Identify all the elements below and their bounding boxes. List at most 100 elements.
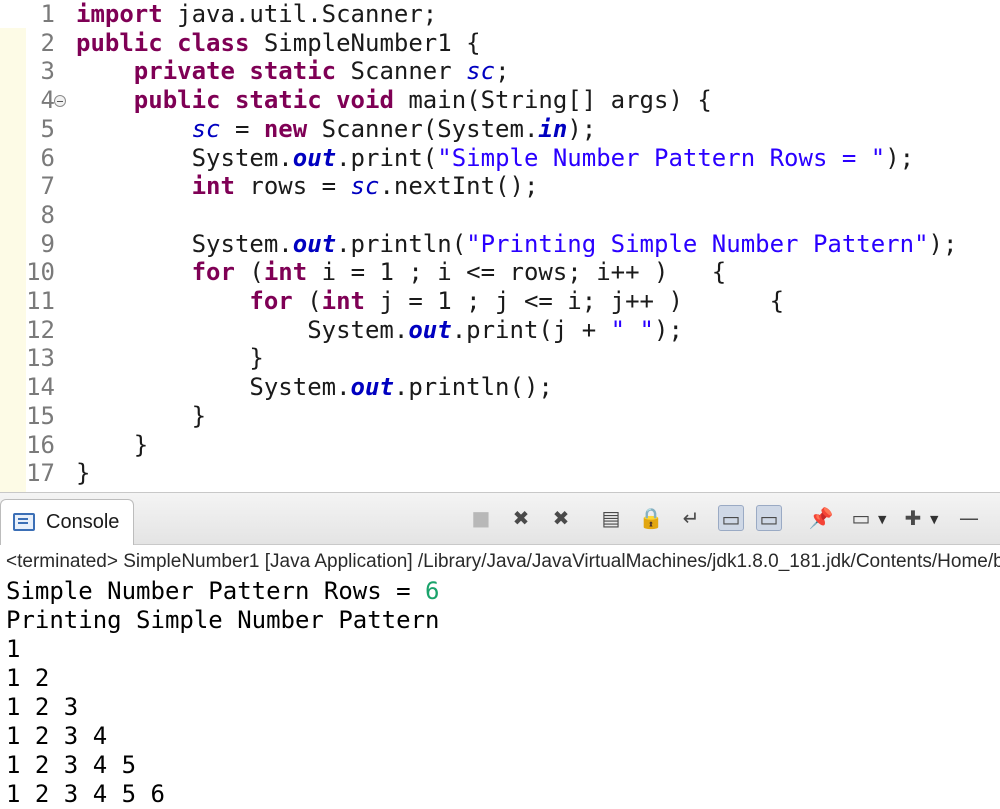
code-token: void — [336, 86, 394, 115]
terminate-icon[interactable]: ■ — [468, 505, 494, 531]
user-input-value: 6 — [425, 577, 440, 605]
line-number: 11 — [26, 287, 55, 315]
code-text: } — [76, 402, 206, 431]
code-token: sc — [466, 57, 496, 86]
code-text: } — [76, 344, 263, 373]
dropdown-arrow-icon[interactable]: ▼ — [878, 513, 886, 526]
code-line[interactable]: 16 } — [0, 431, 1000, 460]
code-text: System.out.print(j + " "); — [76, 316, 683, 345]
code-token: java.util.Scanner; — [162, 0, 438, 28]
code-line[interactable]: 1 import java.util.Scanner; — [0, 0, 1000, 29]
code-token: ); — [885, 143, 915, 172]
code-token: public — [133, 86, 221, 115]
code-token: System. — [76, 373, 351, 402]
code-token: new — [263, 114, 308, 143]
console-output-line: 1 2 3 4 — [6, 722, 107, 751]
console-output-line: 1 2 3 — [6, 693, 78, 722]
code-token: System. — [76, 143, 293, 172]
code-line[interactable]: 17} — [0, 459, 1000, 488]
code-line[interactable]: 10 for (int i = 1 ; i <= rows; i++ ) { — [0, 258, 1000, 287]
code-line[interactable]: 12 System.out.print(j + " "); — [0, 316, 1000, 345]
display-console-icon[interactable]: ▭ — [848, 505, 874, 531]
line-number: 3 — [40, 57, 55, 86]
code-line[interactable]: 15 } — [0, 402, 1000, 431]
scroll-lock-icon[interactable]: 🔒 — [638, 505, 664, 531]
code-token: for — [191, 258, 235, 287]
code-token: out — [292, 143, 337, 172]
dropdown-arrow-icon[interactable]: ▼ — [930, 513, 938, 526]
code-token: ; — [495, 57, 510, 86]
code-token: import — [76, 0, 163, 28]
code-token: int — [321, 287, 366, 315]
code-token: ); — [567, 114, 597, 143]
pin-console-icon[interactable]: 📌 — [808, 505, 834, 531]
code-text: System.out.println("Printing Simple Numb… — [76, 229, 958, 259]
line-number: 5 — [40, 114, 55, 143]
output-text: Printing Simple Number Pattern — [6, 606, 440, 634]
show-on-stdout-icon[interactable]: ▭ — [718, 505, 744, 531]
output-text: 1 2 3 — [6, 693, 79, 721]
remove-all-terminated-icon[interactable]: ✖ — [548, 505, 574, 531]
code-text: sc = new Scanner(System.in); — [76, 114, 597, 144]
line-number: 17 — [26, 459, 55, 488]
minimize-icon[interactable]: — — [956, 505, 982, 531]
code-token: private — [133, 57, 235, 86]
code-token: ); — [654, 315, 683, 344]
code-token: .println( — [336, 229, 467, 258]
console-view[interactable]: Console ■ ✖ ✖ ▤ 🔒 ↵ ▭ ▭ 📌 ▭ ▼ ✚ ▼ — <terminated> Simp… — [0, 492, 1000, 808]
console-output-line: Simple Number Pattern Rows = 6 — [6, 577, 439, 606]
code-token: static — [234, 86, 322, 115]
code-line[interactable]: 2 public class SimpleNumber1 { — [0, 29, 1000, 58]
code-line[interactable]: 8 — [0, 201, 1000, 230]
code-line[interactable]: 14 System.out.println(); — [0, 373, 1000, 402]
line-number: 4 — [40, 86, 55, 115]
code-line[interactable]: 6 System.out.print("Simple Number Patter… — [0, 144, 1000, 173]
line-number: 15 — [26, 401, 55, 430]
code-token: sc — [191, 114, 221, 143]
code-text: } — [76, 431, 148, 460]
code-text: public class SimpleNumber1 { — [76, 29, 481, 58]
console-output-line: Printing Simple Number Pattern — [6, 606, 439, 635]
line-number: 7 — [40, 172, 55, 201]
code-line[interactable]: 9 System.out.println("Printing Simple Nu… — [0, 230, 1000, 259]
tab-console[interactable]: Console — [0, 499, 134, 545]
code-token: System. — [76, 315, 409, 344]
code-line[interactable]: 4 public static void main(String[] args)… — [0, 86, 1000, 115]
code-token: int — [191, 172, 235, 201]
fold-collapse-icon[interactable] — [54, 95, 66, 108]
code-line[interactable]: 5 sc = new Scanner(System.in); — [0, 115, 1000, 144]
code-text: int rows = sc.nextInt(); — [76, 172, 539, 201]
code-editor[interactable]: 1 import java.util.Scanner; 2 public class … — [0, 0, 1000, 492]
line-number: 1 — [40, 0, 55, 28]
code-token: SimpleNumber1 { — [249, 28, 481, 57]
code-token: for — [249, 287, 293, 315]
output-text: Simple Number Pattern Rows = — [6, 577, 426, 605]
code-token: i = 1 ; i <= rows; i++ ) { — [307, 258, 727, 287]
code-token: } — [76, 401, 207, 430]
code-token: out — [292, 229, 337, 258]
code-line[interactable]: 7 int rows = sc.nextInt(); — [0, 172, 1000, 201]
code-token: public — [76, 28, 163, 57]
console-output-line: 1 2 3 4 5 — [6, 751, 136, 780]
line-number: 16 — [26, 430, 55, 459]
clear-console-icon[interactable]: ▤ — [598, 505, 624, 531]
word-wrap-icon[interactable]: ↵ — [678, 505, 704, 531]
console-tab-bar: Console ■ ✖ ✖ ▤ 🔒 ↵ ▭ ▭ 📌 ▭ ▼ ✚ ▼ — — [0, 493, 1000, 545]
code-token: sc — [350, 172, 380, 201]
code-token: .print( — [336, 143, 438, 172]
code-line[interactable]: 3 private static Scanner sc; — [0, 57, 1000, 86]
line-number: 6 — [40, 143, 55, 172]
remove-launch-icon[interactable]: ✖ — [508, 505, 534, 531]
code-text: import java.util.Scanner; — [76, 0, 437, 29]
line-number: 13 — [26, 344, 55, 373]
show-on-stderr-icon[interactable]: ▭ — [756, 505, 782, 531]
code-line[interactable]: 11 for (int j = 1 ; j <= i; j++ ) { — [0, 287, 1000, 316]
code-line[interactable]: 13 } — [0, 344, 1000, 373]
code-token: in — [538, 114, 568, 143]
open-console-icon[interactable]: ✚ — [900, 505, 926, 531]
